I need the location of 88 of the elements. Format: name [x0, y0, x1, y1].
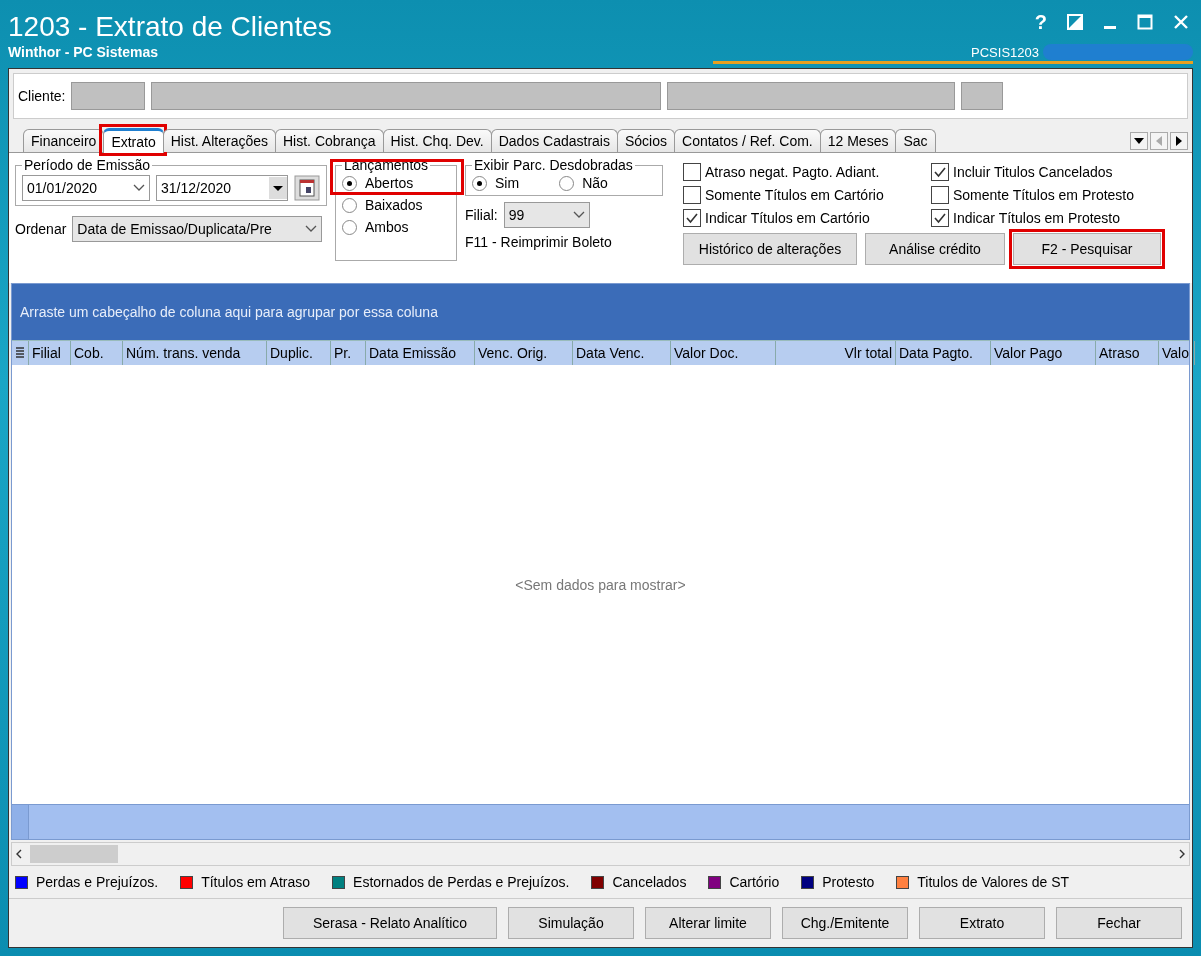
column-header[interactable]: Núm. trans. venda — [123, 341, 267, 365]
column-header[interactable]: Filial — [29, 341, 71, 365]
tab[interactable]: Dados Cadastrais — [490, 129, 618, 152]
checkmark-icon — [933, 211, 947, 225]
half-square-icon[interactable] — [1067, 14, 1083, 30]
footer-button[interactable]: Chg./Emitente — [782, 907, 908, 939]
tab[interactable]: Sac — [895, 129, 936, 152]
footer-button[interactable]: Fechar — [1056, 907, 1182, 939]
tab[interactable]: Hist. Alterações — [162, 129, 276, 152]
branch-label: Filial: — [465, 207, 498, 223]
checkbox-option[interactable]: Atraso negat. Pagto. Adiant. — [683, 163, 931, 181]
checkbox-option[interactable]: Indicar Títulos em Protesto — [931, 209, 1171, 227]
footer-button[interactable]: Serasa - Relato Analítico — [283, 907, 497, 939]
help-button[interactable]: ? — [1034, 10, 1047, 34]
group-by-panel: Arraste um cabeçalho de coluna aqui para agrupar por essa coluna — [12, 284, 1189, 340]
radio-option[interactable]: Abertos — [342, 175, 450, 191]
client-field[interactable] — [71, 82, 146, 110]
tab[interactable]: Hist. Chq. Dev. — [382, 129, 492, 152]
action-button[interactable]: F2 - Pesquisar — [1013, 233, 1161, 265]
client-field[interactable] — [667, 82, 956, 110]
group-title: Exibir Parc. Desdobradas — [473, 157, 634, 173]
chevron-down-icon — [133, 184, 145, 192]
routine-code: PCSIS1203 — [971, 44, 1039, 60]
checkbox-option[interactable]: Somente Títulos em Cartório — [683, 186, 931, 204]
maximize-icon[interactable] — [1137, 14, 1153, 30]
empty-message: <Sem dados para mostrar> — [515, 576, 686, 593]
legend-label: Titulos de Valores de ST — [917, 874, 1070, 890]
dropdown-icon[interactable] — [269, 177, 287, 199]
legend-label: Cancelados — [612, 874, 687, 890]
column-header[interactable]: Valor Doc. — [671, 341, 776, 365]
column-header[interactable]: Duplic. — [267, 341, 331, 365]
window-title: 1203 - Extrato de Clientes — [8, 10, 332, 44]
column-header[interactable]: Data Venc. — [573, 341, 671, 365]
legend-label: Perdas e Prejuízos. — [36, 874, 159, 890]
tab[interactable]: 12 Meses — [819, 129, 897, 152]
column-header[interactable]: Vlr total — [776, 341, 896, 365]
end-date-field[interactable]: 31/12/2020 — [156, 175, 288, 201]
action-button[interactable]: Histórico de alterações — [683, 233, 857, 265]
column-header[interactable]: Valor Pago — [991, 341, 1096, 365]
checkmark-icon — [933, 165, 947, 179]
order-label: Ordenar — [15, 221, 67, 237]
column-header[interactable]: Data Emissão — [366, 341, 475, 365]
checkbox-option[interactable]: Incluir Titulos Cancelados — [931, 163, 1171, 181]
tab[interactable]: Sócios — [617, 129, 675, 152]
legend-label: Protesto — [822, 874, 875, 890]
legend-label: Estornados de Perdas e Prejuízos. — [353, 874, 570, 890]
radio-option[interactable]: Sim — [472, 175, 520, 191]
footer-button[interactable]: Simulação — [508, 907, 634, 939]
window-subtitle: Winthor - PC Sistemas — [8, 44, 159, 60]
close-icon[interactable] — [1173, 14, 1189, 30]
reprint-hint: F11 - Reimprimir Boleto — [465, 234, 613, 250]
scrollbar-thumb[interactable] — [30, 845, 118, 863]
tab[interactable]: Contatos / Ref. Com. — [674, 129, 821, 152]
footer-button[interactable]: Alterar limite — [645, 907, 771, 939]
column-header[interactable]: Valo — [1159, 341, 1195, 365]
order-dropdown[interactable]: Data de Emissao/Duplicata/Pre — [72, 216, 323, 242]
tab[interactable]: Extrato — [103, 128, 164, 153]
checkbox-option[interactable]: Somente Títulos em Protesto — [931, 186, 1171, 204]
chevron-down-icon — [305, 225, 318, 233]
horizontal-scrollbar[interactable] — [11, 842, 1190, 866]
column-header[interactable]: Cob. — [71, 341, 123, 365]
column-header[interactable]: Atraso — [1096, 341, 1159, 365]
group-title: Lançamentos — [343, 157, 430, 173]
client-field[interactable] — [961, 82, 1004, 110]
radio-option[interactable]: Não — [559, 175, 608, 191]
legend-label: Cartório — [729, 874, 780, 890]
column-header[interactable]: Venc. Orig. — [475, 341, 573, 365]
column-header[interactable]: Data Pagto. — [896, 341, 991, 365]
footer-button[interactable]: Extrato — [919, 907, 1045, 939]
tab[interactable]: Hist. Cobrança — [275, 129, 384, 152]
column-header[interactable]: Pr. — [331, 341, 366, 365]
client-field[interactable] — [151, 82, 662, 110]
radio-option[interactable]: Ambos — [342, 219, 450, 235]
column-chooser-icon[interactable] — [16, 347, 24, 359]
branch-dropdown[interactable]: 99 — [503, 202, 590, 228]
dropdown-icon[interactable] — [1130, 131, 1148, 150]
action-button[interactable]: Análise crédito — [865, 233, 1005, 265]
scroll-right-icon[interactable] — [1170, 131, 1188, 150]
checkbox-option[interactable]: Indicar Títulos em Cartório — [683, 209, 931, 227]
calendar-icon[interactable] — [294, 175, 320, 201]
chevron-down-icon — [572, 211, 585, 219]
start-date-field[interactable]: 01/01/2020 — [22, 175, 150, 201]
radio-option[interactable]: Baixados — [342, 197, 450, 213]
legend-label: Títulos em Atraso — [201, 874, 311, 890]
client-label: Cliente: — [18, 88, 66, 104]
group-title: Período de Emissão — [23, 157, 152, 173]
checkmark-icon — [685, 211, 699, 225]
tab[interactable]: Financeiro — [23, 129, 105, 152]
